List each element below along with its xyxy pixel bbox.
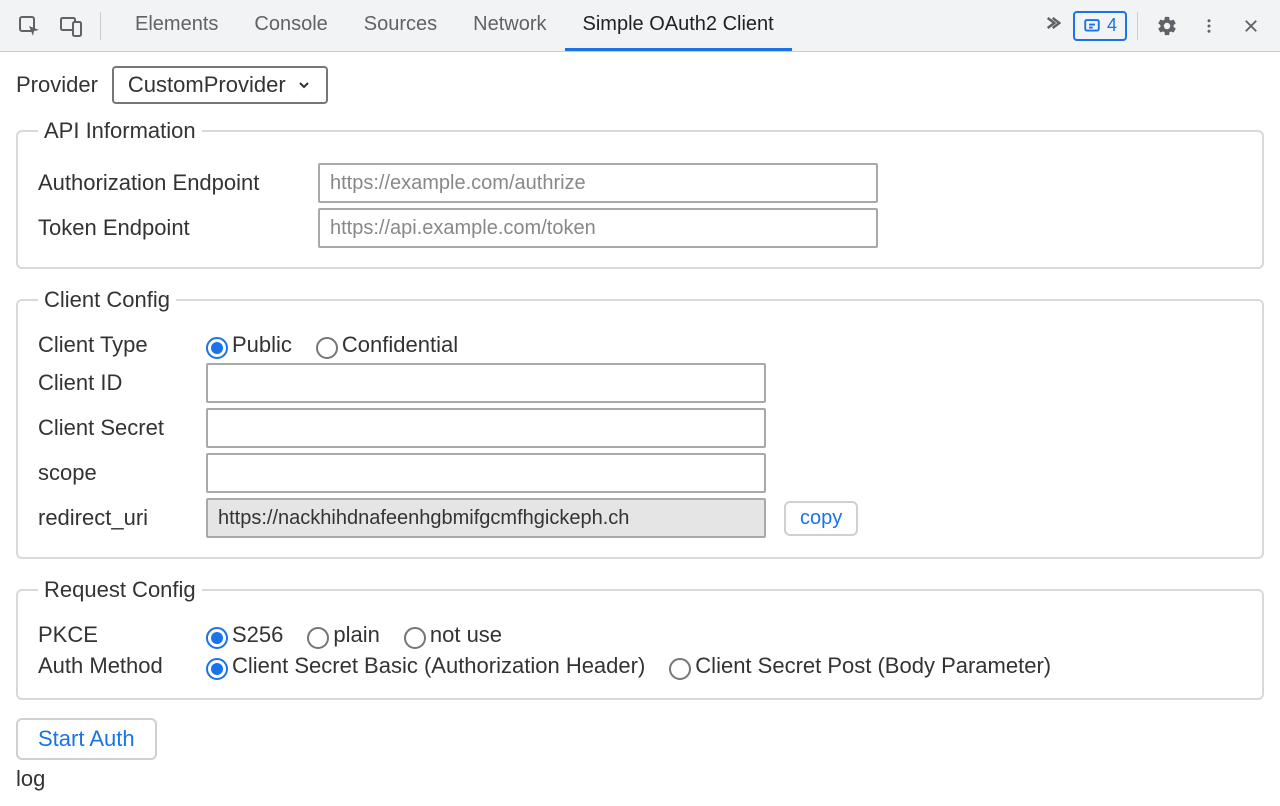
pkce-notuse-radio[interactable]: not use [404, 622, 502, 648]
client-config-fieldset: Client Config Client Type Public Confide… [16, 287, 1264, 559]
kebab-menu-icon[interactable] [1190, 7, 1228, 45]
radio-indicator [307, 627, 329, 649]
scope-label: scope [38, 460, 206, 486]
provider-label: Provider [16, 72, 98, 98]
provider-select[interactable]: CustomProvider [112, 66, 328, 104]
devtools-toolbar: Elements Console Sources Network Simple … [0, 0, 1280, 52]
scope-input[interactable] [206, 453, 766, 493]
radio-indicator [206, 658, 228, 680]
authorization-endpoint-input[interactable] [318, 163, 878, 203]
radio-indicator [316, 337, 338, 359]
client-id-input[interactable] [206, 363, 766, 403]
client-type-confidential-label: Confidential [342, 332, 458, 358]
settings-gear-icon[interactable] [1148, 7, 1186, 45]
auth-method-label: Auth Method [38, 653, 206, 679]
radio-indicator [404, 627, 426, 649]
provider-row: Provider CustomProvider [16, 66, 1264, 104]
devtools-tabs: Elements Console Sources Network Simple … [117, 0, 1029, 51]
toolbar-separator [1137, 12, 1138, 40]
pkce-notuse-label: not use [430, 622, 502, 648]
tab-simple-oauth2-client[interactable]: Simple OAuth2 Client [565, 0, 792, 51]
pkce-label: PKCE [38, 622, 206, 648]
pkce-radio-group: S256 plain not use [206, 622, 516, 648]
toolbar-right-group: 4 [1033, 7, 1270, 45]
client-type-radio-group: Public Confidential [206, 332, 472, 358]
oauth2-client-panel: Provider CustomProvider API Information … [0, 52, 1280, 806]
pkce-plain-label: plain [333, 622, 379, 648]
close-devtools-icon[interactable] [1232, 7, 1270, 45]
pkce-s256-label: S256 [232, 622, 283, 648]
client-secret-label: Client Secret [38, 415, 206, 441]
tab-sources[interactable]: Sources [346, 0, 455, 51]
auth-method-post-radio[interactable]: Client Secret Post (Body Parameter) [669, 653, 1051, 679]
redirect-uri-input[interactable] [206, 498, 766, 538]
client-type-confidential-radio[interactable]: Confidential [316, 332, 458, 358]
radio-indicator [206, 627, 228, 649]
client-type-label: Client Type [38, 332, 206, 358]
pkce-s256-radio[interactable]: S256 [206, 622, 283, 648]
provider-selected-value: CustomProvider [128, 72, 286, 98]
client-id-label: Client ID [38, 370, 206, 396]
client-config-legend: Client Config [38, 287, 176, 313]
log-label: log [16, 766, 1264, 792]
radio-indicator [206, 337, 228, 359]
request-config-fieldset: Request Config PKCE S256 plain not use A [16, 577, 1264, 700]
auth-method-post-label: Client Secret Post (Body Parameter) [695, 653, 1051, 679]
authorization-endpoint-label: Authorization Endpoint [38, 170, 318, 196]
auth-method-basic-label: Client Secret Basic (Authorization Heade… [232, 653, 645, 679]
tab-elements[interactable]: Elements [117, 0, 236, 51]
chevron-down-icon [296, 77, 312, 93]
inspect-element-icon[interactable] [10, 7, 48, 45]
start-auth-button[interactable]: Start Auth [16, 718, 157, 760]
token-endpoint-label: Token Endpoint [38, 215, 318, 241]
issues-badge[interactable]: 4 [1073, 11, 1127, 41]
toolbar-separator [100, 12, 101, 40]
radio-indicator [669, 658, 691, 680]
tab-console[interactable]: Console [236, 0, 345, 51]
auth-method-radio-group: Client Secret Basic (Authorization Heade… [206, 653, 1065, 679]
api-information-fieldset: API Information Authorization Endpoint T… [16, 118, 1264, 269]
device-toggle-icon[interactable] [52, 7, 90, 45]
more-tabs-chevron-icon[interactable] [1033, 13, 1069, 38]
client-type-public-radio[interactable]: Public [206, 332, 292, 358]
request-config-legend: Request Config [38, 577, 202, 603]
client-secret-input[interactable] [206, 408, 766, 448]
pkce-plain-radio[interactable]: plain [307, 622, 379, 648]
copy-redirect-uri-button[interactable]: copy [784, 501, 858, 536]
tab-network[interactable]: Network [455, 0, 564, 51]
redirect-uri-label: redirect_uri [38, 505, 206, 531]
auth-method-basic-radio[interactable]: Client Secret Basic (Authorization Heade… [206, 653, 645, 679]
api-information-legend: API Information [38, 118, 202, 144]
token-endpoint-input[interactable] [318, 208, 878, 248]
client-type-public-label: Public [232, 332, 292, 358]
issues-count: 4 [1107, 15, 1117, 36]
